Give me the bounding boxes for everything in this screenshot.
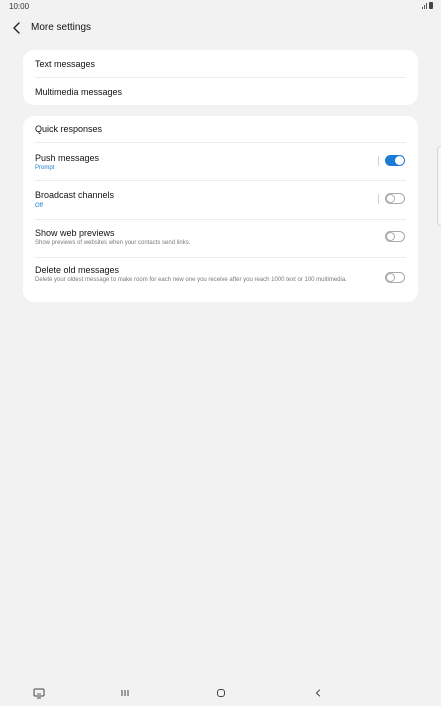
delete-old-messages-item[interactable]: Delete old messages Delete your oldest m… [23, 258, 418, 302]
back-button[interactable] [9, 20, 25, 36]
toggle-knob [386, 273, 395, 282]
quick-responses-label: Quick responses [35, 124, 103, 134]
broadcast-channels-item[interactable]: Broadcast channels Off [23, 181, 418, 219]
toggle-knob [395, 156, 404, 165]
push-messages-label: Push messages [35, 153, 100, 163]
header: More settings [0, 18, 441, 38]
battery-icon [429, 2, 433, 9]
broadcast-channels-label: Broadcast channels [35, 190, 115, 200]
options-card: Quick responses Push messages Prompt Bro… [23, 116, 418, 302]
separator [378, 194, 379, 204]
navigation-bar [0, 680, 441, 706]
push-messages-status: Prompt [35, 165, 55, 171]
web-previews-item[interactable]: Show web previews Show previews of websi… [23, 220, 418, 257]
broadcast-channels-toggle[interactable] [385, 193, 405, 204]
toggle-knob [386, 194, 395, 203]
push-messages-item[interactable]: Push messages Prompt [23, 143, 418, 180]
keyboard-icon [33, 688, 45, 698]
status-time: 10:00 [9, 2, 30, 11]
web-previews-description: Show previews of websites when your cont… [35, 240, 191, 246]
back-icon [315, 689, 320, 697]
recent-apps-icon [121, 690, 129, 696]
web-previews-toggle[interactable] [385, 231, 405, 242]
recent-apps-button[interactable] [116, 686, 134, 700]
chevron-left-icon [13, 22, 20, 34]
multimedia-messages-label: Multimedia messages [35, 87, 123, 97]
status-icons [422, 2, 433, 9]
messages-card: Text messages Multimedia messages [23, 50, 418, 105]
back-nav-button[interactable] [309, 686, 327, 700]
broadcast-channels-status: Off [35, 203, 43, 209]
web-previews-label: Show web previews [35, 228, 115, 238]
text-messages-item[interactable]: Text messages [23, 50, 418, 77]
home-button[interactable] [212, 686, 230, 700]
toggle-knob [386, 232, 395, 241]
delete-old-messages-toggle[interactable] [385, 272, 405, 283]
page-title: More settings [31, 22, 92, 33]
status-bar: 10:00 [0, 0, 441, 14]
signal-icon [422, 2, 427, 9]
delete-old-messages-label: Delete old messages [35, 265, 120, 275]
home-icon [217, 689, 225, 697]
text-messages-label: Text messages [35, 59, 96, 69]
quick-responses-item[interactable]: Quick responses [23, 116, 418, 142]
screen: 10:00 More settings Text messages Multim… [0, 0, 441, 706]
keyboard-button[interactable] [30, 686, 48, 700]
scroll-handle[interactable] [437, 146, 441, 226]
push-messages-toggle[interactable] [385, 155, 405, 166]
delete-old-messages-description: Delete your oldest message to make room … [35, 277, 347, 283]
separator [378, 156, 379, 166]
multimedia-messages-item[interactable]: Multimedia messages [23, 78, 418, 105]
